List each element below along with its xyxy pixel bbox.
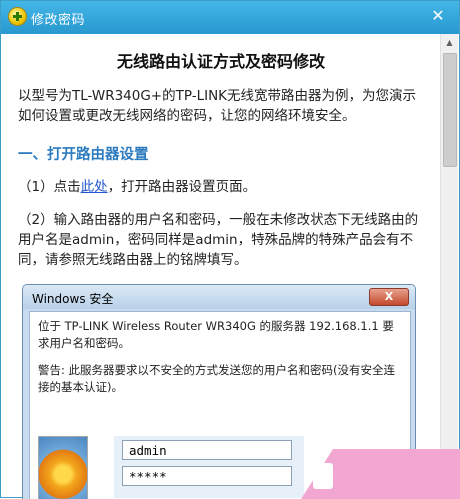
step2-paragraph: （2）输入路由器的用户名和密码，一般在未修改状态下无线路由的用户名是admin，… (18, 212, 419, 268)
corner-watermark-icon (313, 463, 333, 489)
step1-suffix: ，打开路由器设置页面。 (107, 179, 257, 195)
dialog-title-bar: Windows 安全 X (23, 285, 415, 309)
intro-paragraph: 以型号为TL-WR340G+的TP-LINK无线宽带路由器为例，为您演示如何设置… (18, 88, 417, 124)
window-title: 修改密码 (31, 13, 86, 28)
user-tile-flower-icon (38, 436, 88, 499)
close-button[interactable]: ✕ (425, 5, 451, 27)
title-bar: 修改密码 ✕ (1, 1, 459, 34)
dialog-message: 位于 TP-LINK Wireless Router WR340G 的服务器 1… (38, 319, 394, 350)
dialog-warning: 警告: 此服务器要求以不安全的方式发送您的用户名和密码(没有安全连接的基本认证)… (38, 363, 396, 394)
scroll-up-arrow-icon[interactable]: ▲ (441, 34, 458, 51)
step1-paragraph: （1）点击此处，打开路由器设置页面。 (18, 177, 428, 197)
step1-prefix: （1）点击 (18, 179, 81, 195)
article-content: 无线路由认证方式及密码修改 以型号为TL-WR340G+的TP-LINK无线宽带… (1, 34, 441, 499)
plus-circle-icon (9, 8, 26, 25)
dialog-close-icon: X (369, 288, 409, 306)
vertical-scrollbar[interactable]: ▲ ▼ (440, 34, 458, 498)
open-router-settings-link[interactable]: 此处 (81, 179, 108, 195)
password-change-window: 修改密码 ✕ 无线路由认证方式及密码修改 以型号为TL-WR340G+的TP-L… (0, 0, 460, 499)
article-heading: 无线路由认证方式及密码修改 (116, 52, 325, 71)
password-field: ***** (122, 466, 292, 486)
dialog-title: Windows 安全 (32, 292, 114, 306)
scrollbar-thumb[interactable] (443, 53, 457, 167)
username-field: admin (122, 440, 292, 460)
section-title: 一、打开路由器设置 (18, 147, 149, 163)
